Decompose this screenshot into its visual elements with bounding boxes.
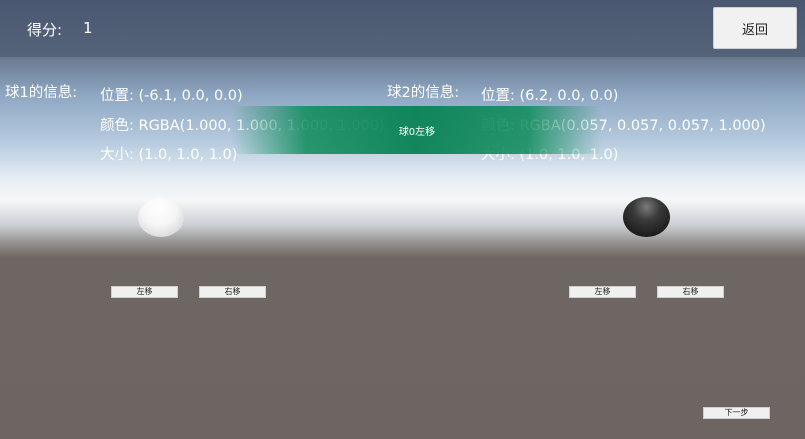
ball2-move-right-button[interactable]: 右移: [657, 286, 724, 298]
top-bar: [0, 0, 805, 57]
ball1-move-left-button[interactable]: 左移: [111, 286, 178, 298]
ball1-move-right-button[interactable]: 右移: [199, 286, 266, 298]
toast-message: 球0左移: [232, 106, 602, 154]
white-ball: [138, 198, 184, 237]
score-value: 1: [83, 19, 93, 37]
ball1-position: 位置: (-6.1, 0.0, 0.0): [100, 88, 243, 104]
ball1-info-title: 球1的信息:: [5, 85, 78, 101]
ball2-move-left-button[interactable]: 左移: [569, 286, 636, 298]
back-button[interactable]: 返回: [713, 7, 797, 49]
ball2-position: 位置: (6.2, 0.0, 0.0): [481, 88, 619, 104]
score-label: 得分:: [27, 21, 63, 39]
ball1-size: 大小: (1.0, 1.0, 1.0): [100, 147, 238, 163]
black-ball: [623, 197, 670, 237]
next-step-button[interactable]: 下一步: [703, 407, 770, 419]
ball2-info-title: 球2的信息:: [387, 85, 460, 101]
